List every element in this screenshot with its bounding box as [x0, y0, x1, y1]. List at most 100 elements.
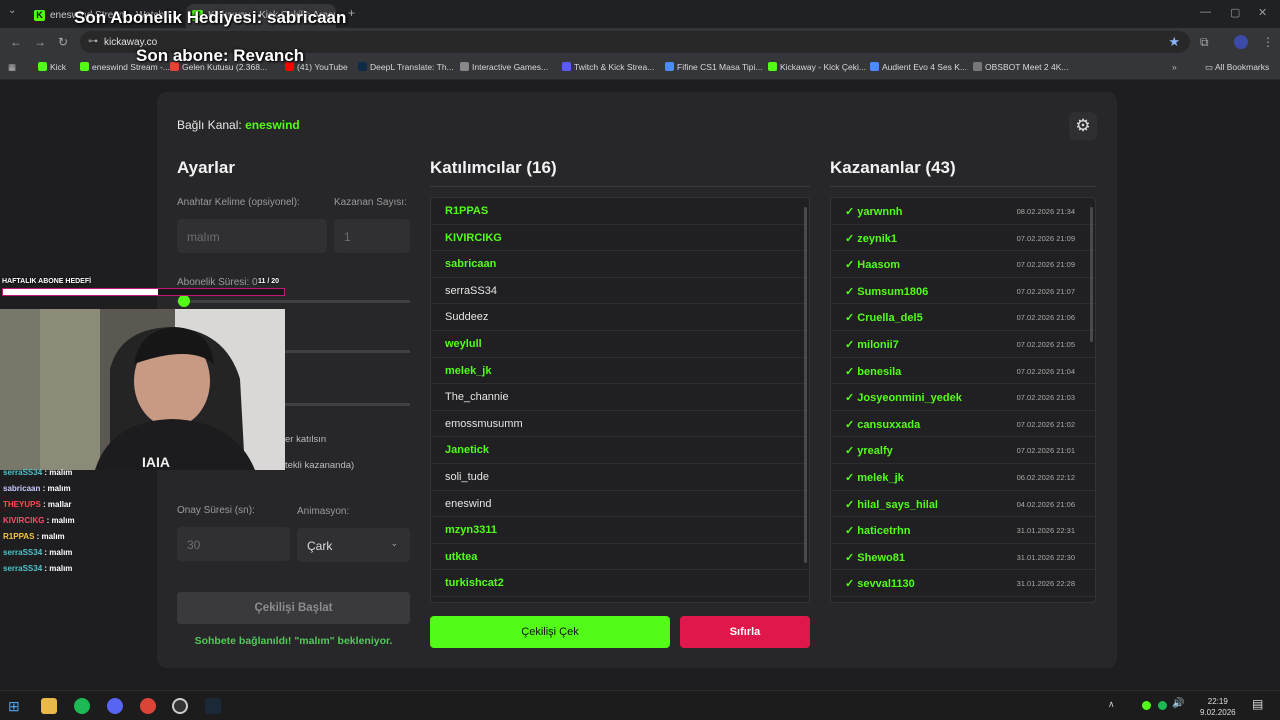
restore-icon[interactable]: ▢: [1230, 6, 1240, 19]
obs-icon[interactable]: [172, 698, 188, 714]
participant-row[interactable]: Janetick: [431, 437, 809, 464]
back-icon[interactable]: ←: [10, 35, 22, 49]
winner-row[interactable]: ✓ Sumsum1806 07.02.2026 21:07: [831, 278, 1095, 305]
all-bookmarks-folder[interactable]: ▭ All Bookmarks: [1205, 62, 1269, 73]
participant-row[interactable]: Suddeez: [431, 304, 809, 331]
discord-icon[interactable]: [107, 698, 123, 714]
tray-overflow-icon[interactable]: ∧: [1108, 699, 1115, 710]
winner-row[interactable]: ✓ Shewo81 31.01.2026 22:30: [831, 544, 1095, 571]
winner-name: ✓ cansuxxada: [845, 418, 921, 431]
participant-row[interactable]: KIVIRCIKG: [431, 225, 809, 252]
close-window-icon[interactable]: ✕: [1258, 6, 1267, 19]
bookmark-item[interactable]: Kickaway - Kick Çeki...: [768, 62, 866, 72]
system-clock[interactable]: 22:19 9.02.2026: [1200, 696, 1236, 718]
winner-row[interactable]: ✓ Haasom 07.02.2026 21:09: [831, 251, 1095, 278]
participant-row[interactable]: mzyn3311: [431, 517, 809, 544]
start-giveaway-button[interactable]: Çekilişi Başlat: [177, 592, 410, 624]
animation-select[interactable]: Çark ⌄: [297, 528, 410, 562]
menu-icon[interactable]: ⋮: [1262, 35, 1274, 49]
minimize-icon[interactable]: —: [1200, 6, 1211, 18]
site-info-icon[interactable]: ⊶: [88, 36, 98, 47]
bookmark-star-icon[interactable]: ★: [1168, 34, 1180, 50]
winner-date: 07.02.2026 21:09: [1016, 233, 1075, 243]
clock-date: 9.02.2026: [1200, 708, 1236, 717]
bookmark-item[interactable]: DeepL Translate: Th...: [358, 62, 454, 72]
chat-message: serraSS34 : malım: [3, 564, 153, 580]
participant-row[interactable]: The_channie: [431, 384, 809, 411]
channel-name: eneswind: [245, 118, 300, 132]
winner-row[interactable]: ✓ benesila 07.02.2026 21:04: [831, 358, 1095, 385]
draw-winner-button[interactable]: Çekilişi Çek: [430, 616, 670, 648]
bookmark-item[interactable]: Audient Evo 4 Ses K...: [870, 62, 967, 72]
extensions-icon[interactable]: ⧉: [1200, 35, 1209, 50]
forward-icon[interactable]: →: [34, 35, 46, 49]
participants-scrollbar[interactable]: [804, 207, 807, 563]
last-sub-overlay: Son abone: Revanch: [136, 46, 305, 65]
winner-row[interactable]: ✓ yarwnnh 08.02.2026 21:34: [831, 198, 1095, 225]
participant-row[interactable]: R1PPAS: [431, 198, 809, 225]
profile-avatar[interactable]: [1234, 35, 1248, 49]
participant-row[interactable]: serraSS34: [431, 278, 809, 305]
keyword-input[interactable]: malım: [177, 219, 327, 253]
chat-username: serraSS34: [3, 468, 43, 477]
bookmark-item[interactable]: Fifine CS1 Masa Tipi...: [665, 62, 763, 72]
participant-row[interactable]: soli_tude: [431, 464, 809, 491]
participant-row[interactable]: emossmusumm: [431, 411, 809, 438]
chat-text: : malım: [42, 484, 71, 493]
new-tab-icon[interactable]: +: [348, 6, 355, 20]
winner-name: ✓ sevval1130: [845, 578, 915, 591]
winner-date: 07.02.2026 21:02: [1016, 419, 1075, 429]
chat-username: serraSS34: [3, 548, 43, 557]
winner-name: ✓ Cruella_del5: [845, 312, 923, 325]
file-explorer-icon[interactable]: [41, 698, 57, 714]
winner-count-input[interactable]: 1: [334, 219, 410, 253]
confirm-time-input[interactable]: 30: [177, 527, 290, 561]
winner-row[interactable]: ✓ milonii7 07.02.2026 21:05: [831, 331, 1095, 358]
bookmark-item[interactable]: Interactive Games...: [460, 62, 548, 72]
winner-date: 07.02.2026 21:05: [1016, 339, 1075, 349]
winner-name: ✓ Josyeonmini_yedek: [845, 392, 962, 405]
participant-row[interactable]: melek_jk: [431, 358, 809, 385]
participant-row[interactable]: utktea: [431, 544, 809, 571]
participants-title: Katılımcılar (16): [430, 158, 557, 177]
tab-search-icon[interactable]: ⌄: [8, 5, 16, 16]
winner-row[interactable]: ✓ Josyeonmini_yedek 07.02.2026 21:03: [831, 384, 1095, 411]
winner-row[interactable]: ✓ sevval1130 31.01.2026 22:28: [831, 570, 1095, 597]
winner-row[interactable]: ✓ haticetrhn 31.01.2026 22:31: [831, 517, 1095, 544]
sub-goal-widget: HAFTALIK ABONE HEDEFİ 11 / 20: [2, 278, 287, 298]
steam-icon[interactable]: [205, 698, 221, 714]
chat-username: THEYUPS: [3, 500, 41, 509]
winner-row[interactable]: ✓ cansuxxada 07.02.2026 21:02: [831, 411, 1095, 438]
bookmark-item[interactable]: OBSBOT Meet 2 4K...: [973, 62, 1068, 72]
apps-icon[interactable]: ▦: [8, 62, 16, 73]
tray-app-icon[interactable]: [1142, 701, 1151, 710]
bookmark-item[interactable]: Kick: [38, 62, 66, 72]
webcam-feed: IAIA: [0, 309, 285, 470]
winner-row[interactable]: ✓ hilal_says_hilal 04.02.2026 21:06: [831, 491, 1095, 518]
chrome-icon[interactable]: [140, 698, 156, 714]
winner-row[interactable]: ✓ yrealfy 07.02.2026 21:01: [831, 437, 1095, 464]
winners-list[interactable]: ✓ yarwnnh 08.02.2026 21:34 ✓ zeynik1 07.02.…: [830, 197, 1096, 603]
participant-row[interactable]: turkishcat2: [431, 570, 809, 597]
bookmark-item[interactable]: Twitch & Kick Strea...: [562, 62, 654, 72]
winners-scrollbar[interactable]: [1090, 207, 1093, 342]
reload-icon[interactable]: ↻: [58, 35, 68, 49]
winner-row[interactable]: ✓ melek_jk 06.02.2026 22:12: [831, 464, 1095, 491]
winner-row[interactable]: ✓ Cruella_del5 07.02.2026 21:06: [831, 304, 1095, 331]
sub-duration-slider[interactable]: [177, 300, 410, 303]
reset-button[interactable]: Sıfırla: [680, 616, 810, 648]
windows-start-icon[interactable]: ⊞: [8, 698, 24, 714]
winner-name: ✓ haticetrhn: [845, 525, 911, 538]
notifications-icon[interactable]: ▤: [1252, 697, 1263, 711]
participant-row[interactable]: weylull: [431, 331, 809, 358]
bookmarks-overflow-icon[interactable]: »: [1172, 62, 1177, 72]
spotify-icon[interactable]: [74, 698, 90, 714]
participant-row[interactable]: sabricaan: [431, 251, 809, 278]
participant-row[interactable]: eneswind: [431, 491, 809, 518]
participants-list[interactable]: R1PPAS KIVIRCIKG sabricaan serraSS34 Suddeez…: [430, 197, 810, 603]
tray-spotify-icon[interactable]: [1158, 701, 1167, 710]
volume-icon[interactable]: 🔊: [1172, 698, 1184, 709]
winner-row[interactable]: ✓ zeynik1 07.02.2026 21:09: [831, 225, 1095, 252]
winner-date: 08.02.2026 21:34: [1016, 207, 1075, 216]
gear-icon[interactable]: ⚙: [1069, 112, 1097, 140]
